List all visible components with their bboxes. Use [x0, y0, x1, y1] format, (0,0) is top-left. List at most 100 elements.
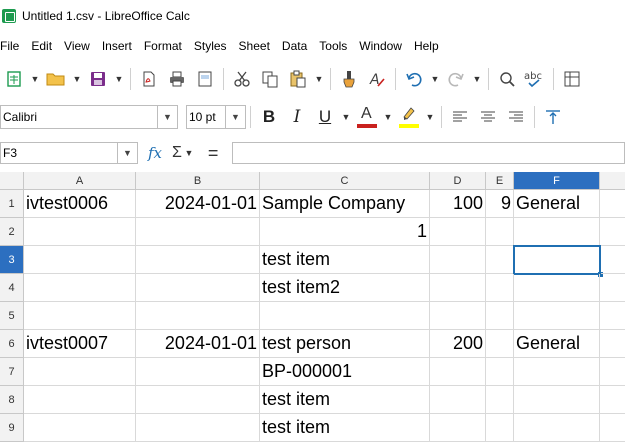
highlight-color-button[interactable]: [395, 103, 423, 131]
row-header-6[interactable]: 6: [0, 330, 24, 358]
cell-g8[interactable]: [600, 386, 625, 414]
row-header-1[interactable]: 1: [0, 190, 24, 218]
cell-a3[interactable]: [24, 246, 136, 274]
cell-b3[interactable]: [136, 246, 260, 274]
page-preview-icon[interactable]: [191, 65, 219, 93]
menu-help[interactable]: Help: [408, 39, 445, 53]
row-column-icon[interactable]: [558, 65, 586, 93]
cell-g6[interactable]: [600, 330, 625, 358]
menu-file[interactable]: File: [0, 39, 25, 53]
cell-c2[interactable]: 1: [260, 218, 430, 246]
cell-c1[interactable]: Sample Company: [260, 190, 430, 218]
find-replace-icon[interactable]: [493, 65, 521, 93]
undo-icon[interactable]: [400, 65, 428, 93]
align-left-icon[interactable]: [446, 103, 474, 131]
font-color-button[interactable]: A: [353, 103, 381, 131]
cell-c6[interactable]: test person: [260, 330, 430, 358]
chevron-down-icon[interactable]: ▼: [157, 106, 177, 128]
cell-c7[interactable]: BP-000001: [260, 358, 430, 386]
redo-icon[interactable]: [442, 65, 470, 93]
cell-c4[interactable]: test item2: [260, 274, 430, 302]
bold-button[interactable]: B: [255, 103, 283, 131]
cell-d3[interactable]: [430, 246, 486, 274]
cell-e2[interactable]: [486, 218, 514, 246]
menu-edit[interactable]: Edit: [25, 39, 58, 53]
open-folder-icon[interactable]: [42, 65, 70, 93]
chevron-down-icon[interactable]: ▼: [112, 65, 126, 93]
column-header-g[interactable]: [600, 172, 625, 190]
cell-d8[interactable]: [430, 386, 486, 414]
cell-a9[interactable]: [24, 414, 136, 442]
copy-icon[interactable]: [256, 65, 284, 93]
chevron-down-icon[interactable]: ▼: [428, 65, 442, 93]
chevron-down-icon[interactable]: ▼: [182, 139, 196, 167]
clone-formatting-icon[interactable]: [335, 65, 363, 93]
cell-c9[interactable]: test item: [260, 414, 430, 442]
cell-d5[interactable]: [430, 302, 486, 330]
cell-e5[interactable]: [486, 302, 514, 330]
cell-b2[interactable]: [136, 218, 260, 246]
cell-b6[interactable]: 2024-01-01: [136, 330, 260, 358]
cell-c8[interactable]: test item: [260, 386, 430, 414]
chevron-down-icon[interactable]: ▼: [28, 65, 42, 93]
cell-b7[interactable]: [136, 358, 260, 386]
cell-g7[interactable]: [600, 358, 625, 386]
cell-e6[interactable]: [486, 330, 514, 358]
cell-d4[interactable]: [430, 274, 486, 302]
cell-f1[interactable]: General: [514, 190, 600, 218]
cell-g5[interactable]: [600, 302, 625, 330]
align-right-icon[interactable]: [502, 103, 530, 131]
column-header-a[interactable]: A: [24, 172, 136, 190]
cell-f4[interactable]: [514, 274, 600, 302]
row-header-4[interactable]: 4: [0, 274, 24, 302]
row-header-2[interactable]: 2: [0, 218, 24, 246]
column-header-c[interactable]: C: [260, 172, 430, 190]
cell-d2[interactable]: [430, 218, 486, 246]
chevron-down-icon[interactable]: ▼: [470, 65, 484, 93]
cell-b9[interactable]: [136, 414, 260, 442]
cell-f7[interactable]: [514, 358, 600, 386]
cell-c3[interactable]: test item: [260, 246, 430, 274]
menu-sheet[interactable]: Sheet: [233, 39, 276, 53]
spelling-icon[interactable]: abc: [521, 65, 549, 93]
cell-a7[interactable]: [24, 358, 136, 386]
menu-format[interactable]: Format: [138, 39, 188, 53]
cut-icon[interactable]: [228, 65, 256, 93]
cell-b4[interactable]: [136, 274, 260, 302]
sum-icon[interactable]: Σ: [172, 144, 182, 162]
chevron-down-icon[interactable]: ▼: [312, 65, 326, 93]
row-header-7[interactable]: 7: [0, 358, 24, 386]
chevron-down-icon[interactable]: ▼: [423, 103, 437, 131]
cell-b1[interactable]: 2024-01-01: [136, 190, 260, 218]
underline-button[interactable]: U: [311, 103, 339, 131]
cell-b5[interactable]: [136, 302, 260, 330]
export-pdf-icon[interactable]: [135, 65, 163, 93]
cell-d9[interactable]: [430, 414, 486, 442]
column-header-b[interactable]: B: [136, 172, 260, 190]
cell-f3-selected[interactable]: [513, 245, 601, 275]
align-center-icon[interactable]: [474, 103, 502, 131]
font-name-box[interactable]: Calibri ▼: [0, 105, 178, 129]
save-icon[interactable]: [84, 65, 112, 93]
cell-e4[interactable]: [486, 274, 514, 302]
row-header-3[interactable]: 3: [0, 246, 24, 274]
cell-e9[interactable]: [486, 414, 514, 442]
cell-g2[interactable]: [600, 218, 625, 246]
cell-a2[interactable]: [24, 218, 136, 246]
cell-a6[interactable]: ivtest0007: [24, 330, 136, 358]
name-box[interactable]: F3 ▼: [0, 142, 138, 164]
column-header-e[interactable]: E: [486, 172, 514, 190]
cell-f5[interactable]: [514, 302, 600, 330]
cell-g4[interactable]: [600, 274, 625, 302]
cell-d6[interactable]: 200: [430, 330, 486, 358]
cell-f6[interactable]: General: [514, 330, 600, 358]
cell-a5[interactable]: [24, 302, 136, 330]
cell-g1[interactable]: [600, 190, 625, 218]
cell-e1[interactable]: 9: [486, 190, 514, 218]
align-top-icon[interactable]: [539, 103, 567, 131]
chevron-down-icon[interactable]: ▼: [117, 142, 137, 164]
clear-formatting-icon[interactable]: A: [363, 65, 391, 93]
cell-g3[interactable]: [601, 246, 625, 274]
chevron-down-icon[interactable]: ▼: [381, 103, 395, 131]
select-all-corner[interactable]: [0, 172, 24, 190]
